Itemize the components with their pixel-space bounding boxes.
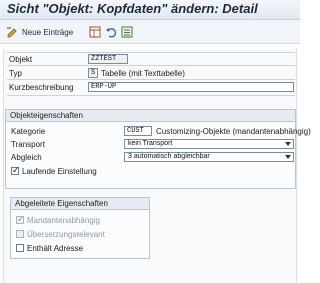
abgeleitete-eigenschaften-group: Abgeleitete Eigenschaften ✓ Mandantenabh… <box>10 197 150 259</box>
main-panel: Objekt ZZTEST Typ S Tabelle (mit Texttab… <box>3 49 311 283</box>
transport-label: Transport <box>11 140 45 149</box>
uebersetzungsrelevant-label: Übersetzungsrelevant <box>27 230 105 239</box>
laufende-einstellung-checkbox[interactable]: ✓ <box>11 165 20 175</box>
uebersetzungsrelevant-checkbox <box>16 230 24 238</box>
window-title: Sicht "Objekt: Kopfdaten" ändern: Detail <box>7 1 258 16</box>
toolbar: Neue Einträge <box>0 20 300 44</box>
typ-label: Typ <box>9 69 22 78</box>
group-header: Objekteigenschaften <box>6 110 295 122</box>
laufende-einstellung-label: Laufende Einstellung <box>22 167 97 176</box>
kurzbeschreibung-field[interactable]: ERP-UP <box>88 82 294 92</box>
edit-icon[interactable] <box>6 24 20 40</box>
enthaelt-adresse-label: Enthält Adresse <box>27 244 84 253</box>
objekteigenschaften-title: Objekteigenschaften <box>10 111 83 120</box>
undo-icon[interactable] <box>105 24 117 40</box>
divider <box>7 95 295 96</box>
abgleich-value: 3 automatisch abgleichbar <box>128 153 210 160</box>
divider <box>7 79 295 80</box>
typ-description: Tabelle (mit Texttabelle) <box>101 69 185 78</box>
typ-field: S <box>88 68 98 78</box>
list-icon[interactable] <box>121 24 133 40</box>
check-icon: ✓ <box>17 214 25 224</box>
enthaelt-adresse-checkbox[interactable] <box>16 244 24 252</box>
objekt-field: ZZTEST <box>88 54 128 64</box>
abgleich-select[interactable]: 3 automatisch abgleichbar <box>124 152 294 162</box>
kurzbeschreibung-label: Kurzbeschreibung <box>9 83 74 92</box>
check-icon: ✓ <box>12 165 20 175</box>
chevron-down-icon <box>285 155 291 159</box>
transport-select[interactable]: kein Transport <box>124 139 294 149</box>
group-header: Abgeleitete Eigenschaften <box>11 198 149 210</box>
mandantenabhaengig-label: Mandantenabhängig <box>27 216 100 225</box>
divider <box>7 65 295 66</box>
transport-value: kein Transport <box>128 140 173 147</box>
kategorie-label: Kategorie <box>11 127 46 136</box>
objekt-label: Objekt <box>9 55 33 64</box>
title-bar: Sicht "Objekt: Kopfdaten" ändern: Detail <box>0 0 300 20</box>
mandantenabhaengig-checkbox: ✓ <box>16 214 25 224</box>
new-entries-button[interactable]: Neue Einträge <box>22 24 73 40</box>
kategorie-description: Customizing-Objekte (mandantenabhängig) <box>156 127 311 136</box>
objekteigenschaften-group: Objekteigenschaften Kategorie CUST Custo… <box>5 109 311 189</box>
chevron-down-icon <box>285 142 291 146</box>
abgeleitete-eigenschaften-title: Abgeleitete Eigenschaften <box>15 199 108 208</box>
divider <box>7 52 295 53</box>
table-icon[interactable] <box>89 24 101 40</box>
kategorie-field[interactable]: CUST <box>124 126 152 136</box>
abgleich-label: Abgleich <box>11 153 42 162</box>
